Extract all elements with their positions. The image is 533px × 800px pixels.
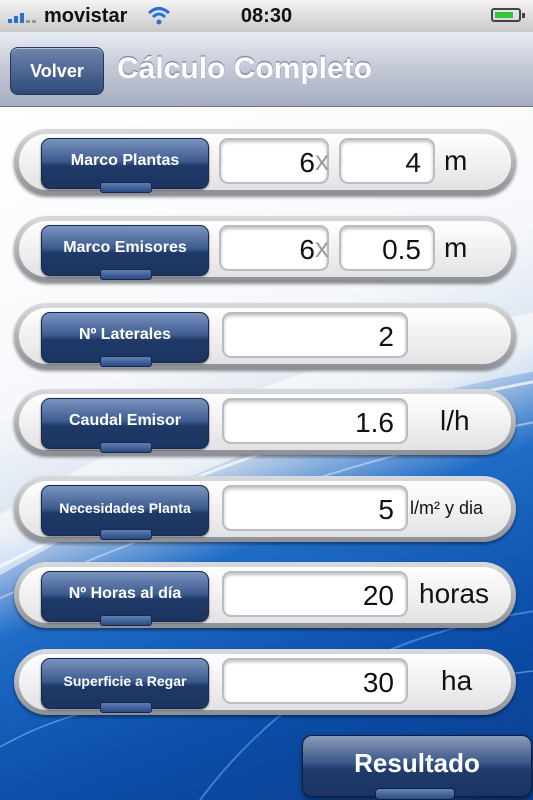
row-laterales: Nº Laterales 2 xyxy=(14,303,516,369)
times-sign: x xyxy=(315,145,329,176)
horas-dia-value[interactable]: 20 xyxy=(222,571,408,617)
result-button[interactable]: Resultado xyxy=(302,735,532,800)
unit-label: l/m² y dia xyxy=(410,498,484,518)
superficie-button[interactable]: Superficie a Regar xyxy=(41,658,209,713)
marco-plantas-value1[interactable]: 6 xyxy=(219,138,329,184)
unit-label: l/h xyxy=(440,405,470,436)
unit-label: horas xyxy=(419,578,490,609)
laterales-button[interactable]: Nº Laterales xyxy=(41,312,209,367)
marco-plantas-value2[interactable]: 4 xyxy=(339,138,435,184)
row-marco-plantas: Marco Plantas 6 x 4 m xyxy=(14,129,516,195)
status-bar: movistar 08:30 xyxy=(0,0,533,32)
unit-label: m xyxy=(444,232,468,263)
laterales-value[interactable]: 2 xyxy=(222,312,408,358)
marco-plantas-button[interactable]: Marco Plantas xyxy=(41,138,209,193)
necesidades-planta-value[interactable]: 5 xyxy=(222,485,408,531)
marco-emisores-button[interactable]: Marco Emisores xyxy=(41,225,209,280)
horas-dia-button[interactable]: Nº Horas al día xyxy=(41,571,209,626)
marco-emisores-value1[interactable]: 6 xyxy=(219,225,329,271)
page-title: Cálculo Completo xyxy=(117,52,373,85)
unit-label: m xyxy=(444,145,468,176)
row-superficie: Superficie a Regar 30 ha xyxy=(14,649,516,715)
status-time: 08:30 xyxy=(240,5,293,27)
row-horas-dia: Nº Horas al día 20 horas xyxy=(14,562,516,628)
caudal-emisor-value[interactable]: 1.6 xyxy=(222,398,408,444)
back-button[interactable]: Volver xyxy=(10,47,104,95)
superficie-value[interactable]: 30 xyxy=(222,658,408,704)
marco-emisores-value2[interactable]: 0.5 xyxy=(339,225,435,271)
necesidades-planta-button[interactable]: Necesidades Planta xyxy=(41,485,209,540)
row-necesidades-planta: Necesidades Planta 5 l/m² y dia xyxy=(14,476,516,542)
row-marco-emisores: Marco Emisores 6 x 0.5 m xyxy=(14,216,516,282)
battery-icon xyxy=(491,8,525,22)
row-caudal-emisor: Caudal Emisor 1.6 l/h xyxy=(14,389,516,455)
unit-label: ha xyxy=(441,665,473,696)
times-sign: x xyxy=(315,232,329,263)
navigation-bar: Volver Cálculo Completo xyxy=(0,32,533,107)
caudal-emisor-button[interactable]: Caudal Emisor xyxy=(41,398,209,453)
